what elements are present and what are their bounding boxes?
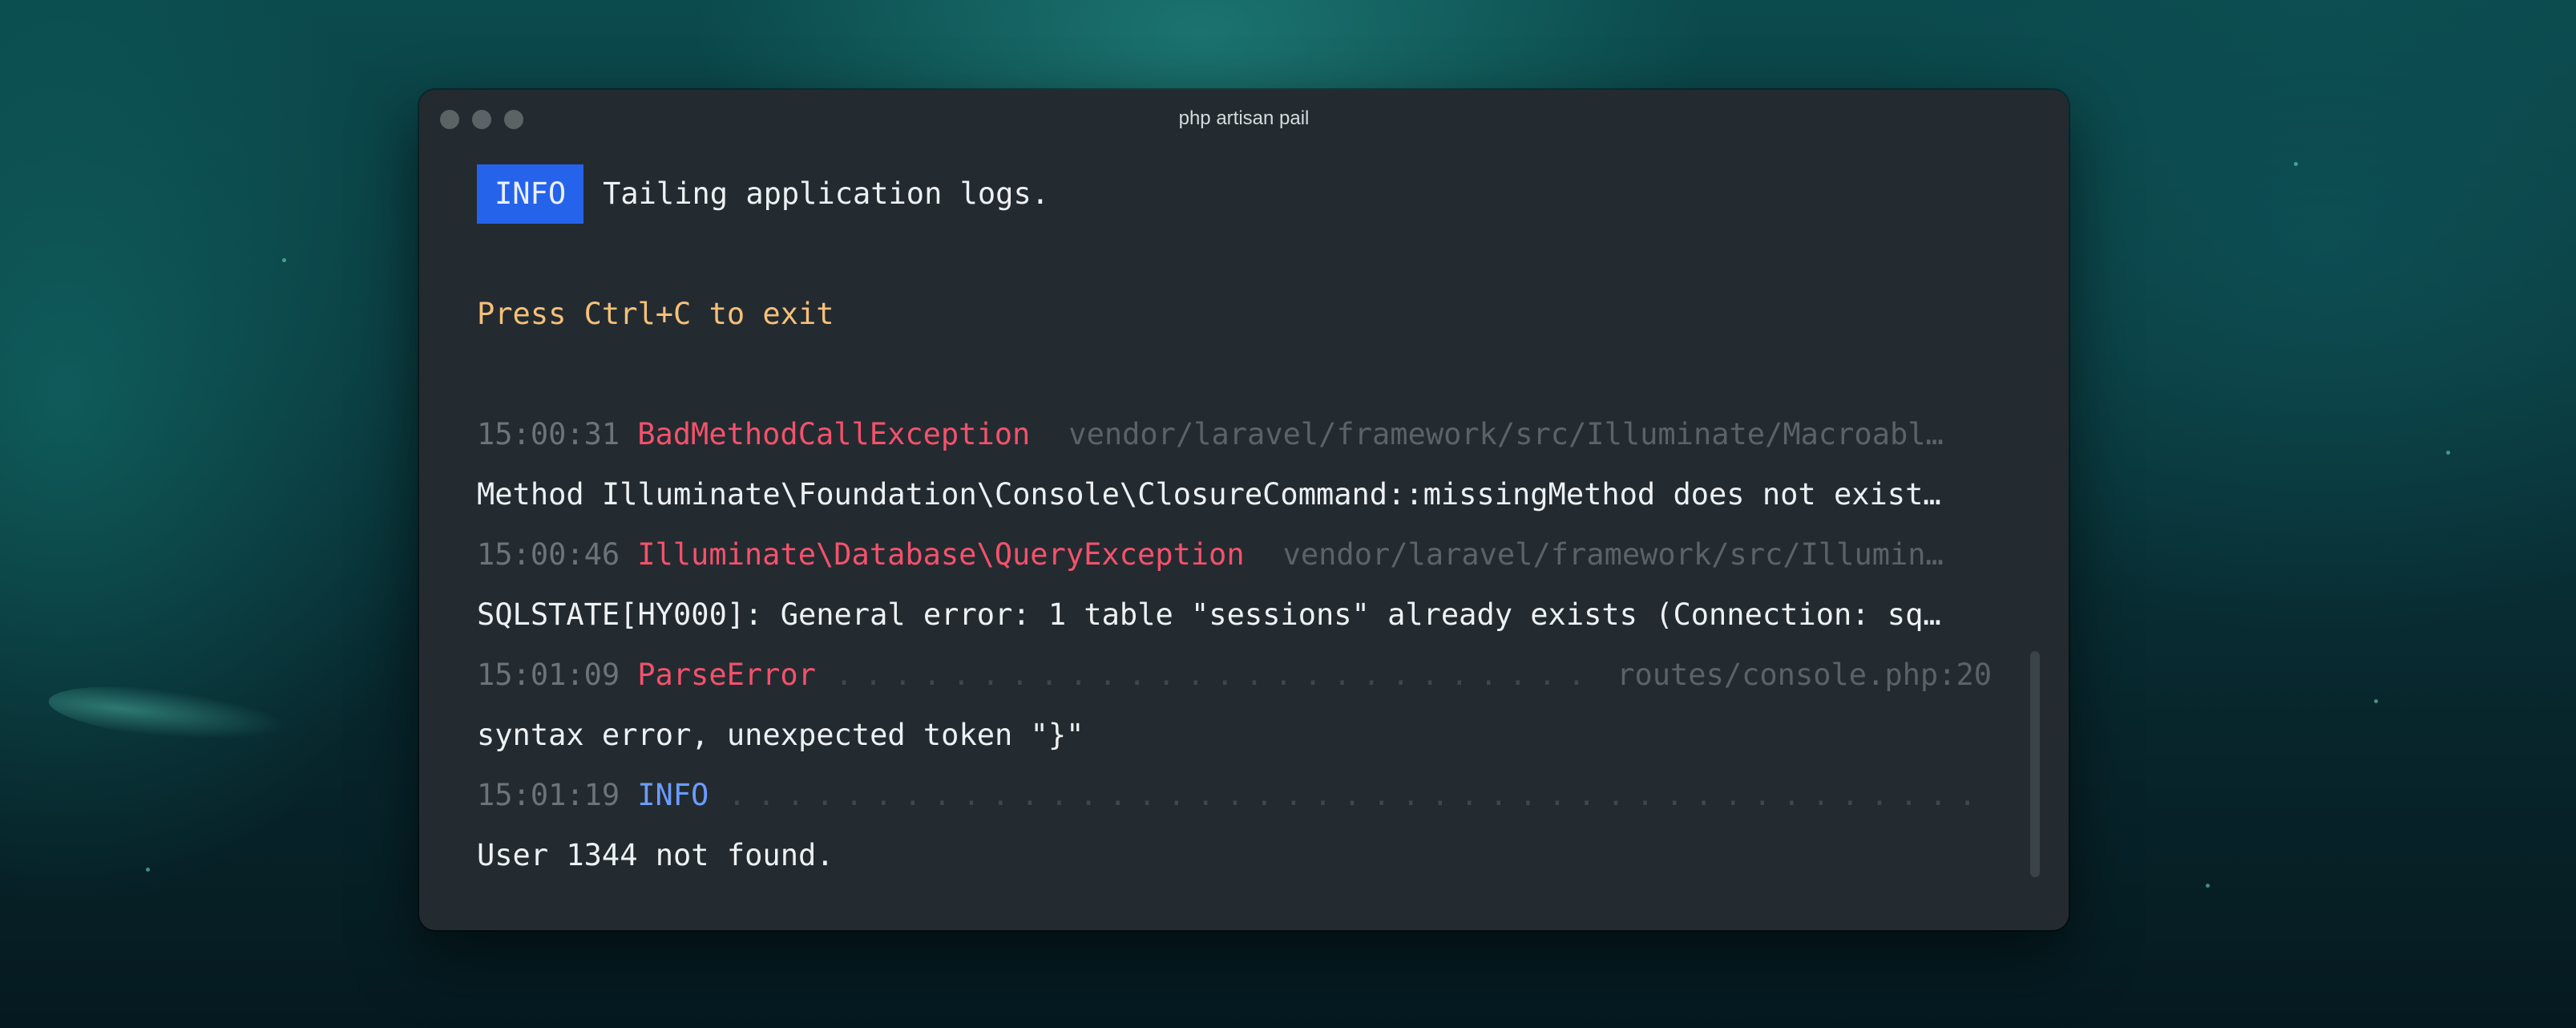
log-timestamp: 15:01:09	[477, 658, 620, 692]
log-location: vendor/laravel/framework/src/Illumin…	[1282, 537, 1944, 572]
title-bar: php artisan pail	[419, 90, 2069, 149]
background-speck	[2294, 162, 2298, 166]
log-timestamp: 15:00:46	[477, 537, 620, 572]
background-speck	[2206, 884, 2210, 888]
log-level-label: INFO	[637, 778, 709, 812]
log-message: Method Illuminate\Foundation\Console\Clo…	[477, 477, 1941, 512]
status-line: INFO Tailing application logs.	[477, 164, 1992, 224]
log-entry-header: 15:00:46 Illuminate\Database\QueryExcept…	[477, 524, 1992, 585]
log-exception-type: BadMethodCallException	[637, 417, 1031, 451]
window-title: php artisan pail	[1178, 107, 1310, 129]
log-message: User 1344 not found.	[477, 838, 834, 872]
background-speck	[2446, 451, 2450, 455]
log-entry-header: 15:01:19 INFO	[477, 765, 1992, 825]
dot-leader	[728, 765, 1972, 825]
background-speck	[282, 258, 286, 262]
log-message: syntax error, unexpected token "}"	[477, 718, 1084, 752]
log-timestamp: 15:01:19	[477, 778, 620, 812]
terminal-window: php artisan pail INFO Tailing applicatio…	[419, 90, 2069, 930]
log-exception-type: Illuminate\Database\QueryException	[637, 537, 1245, 572]
log-entry-header: 15:01:09 ParseError routes/console.php:2…	[477, 645, 1992, 705]
log-location: routes/console.php:20	[1617, 658, 1992, 692]
dot-leader	[835, 645, 1601, 705]
vertical-scrollbar[interactable]	[2030, 651, 2040, 877]
log-message: SQLSTATE[HY000]: General error: 1 table …	[477, 597, 1941, 632]
log-entry-header: 15:00:31 BadMethodCallException vendor/l…	[477, 404, 1992, 464]
info-badge: INFO	[477, 164, 584, 224]
background-speck	[146, 868, 150, 872]
background-speck	[2374, 699, 2378, 703]
status-message: Tailing application logs.	[603, 176, 1050, 211]
exit-hint: Press Ctrl+C to exit	[477, 297, 834, 331]
log-exception-type: ParseError	[637, 658, 816, 692]
log-timestamp: 15:00:31	[477, 417, 620, 451]
terminal-output: INFO Tailing application logs. Press Ctr…	[477, 164, 1992, 885]
log-location: vendor/laravel/framework/src/Illuminate/…	[1068, 417, 1944, 451]
background-fish	[46, 677, 291, 751]
